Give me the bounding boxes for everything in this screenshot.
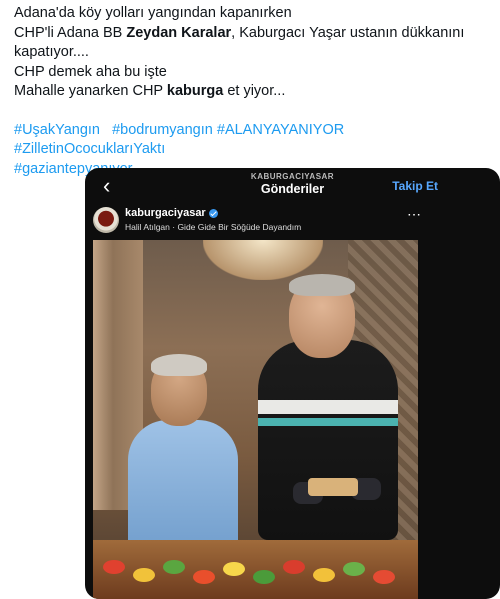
instagram-header: ‹ KABURGACIYASAR Gönderiler Takip Et [85,168,500,202]
shirt-stripe [258,418,398,426]
tweet-text-segment: , Kaburgacı Yaşar ustanın dükkanını [231,24,465,41]
food-item [343,562,365,576]
avatar[interactable] [93,207,119,233]
post-header: kaburgaciyasar Halil Atılgan · Gide Gide… [85,202,500,238]
song-label: Halil Atılgan · Gide Gide Bir Söğüde Day… [125,222,302,232]
tweet-line: CHP'li Adana BB Zeydan Karalar, Kaburgac… [14,24,492,44]
hashtag-link[interactable]: #ZilletinOcocuklarıYaktı [14,141,165,157]
seated-person [128,420,238,560]
food-item [223,562,245,576]
username[interactable]: kaburgaciyasar [125,207,218,219]
tweet-line: kapatıyor.... [14,43,492,63]
food-item [193,570,215,584]
food-item [313,568,335,582]
hashtag-link[interactable]: #bodrumyangın [112,122,213,138]
standing-person-hair [289,274,355,296]
tweet-text-segment: Mahalle yanarken CHP [14,83,167,99]
tweet-text-segment: kapatıyor.... [14,44,89,60]
food-item [163,560,185,574]
tweet-line: Adana'da köy yolları yangından kapanırke… [14,4,492,24]
bold-word: kaburga [166,83,224,99]
food-item [373,570,395,584]
verified-icon [208,208,218,218]
follow-button[interactable]: Takip Et [392,179,438,193]
food-item [103,560,125,574]
tweet-text: Adana'da köy yolları yangından kapanırke… [14,4,492,179]
hashtag-link[interactable]: #ALANYAYANIYOR [217,122,344,138]
standing-person [258,340,398,540]
food-table [93,540,418,599]
video-frame[interactable] [93,240,418,599]
embedded-video[interactable]: ‹ KABURGACIYASAR Gönderiler Takip Et kab… [85,168,500,599]
tweet-text-segment: Adana'da köy yolları yangından kapanırke… [14,5,292,21]
tweet-text-segment: et yiyor... [223,83,286,99]
bread [308,478,358,496]
tweet-text-segment: CHP'li Adana BB [14,24,127,41]
food-item [133,568,155,582]
bold-name: Zeydan Karalar [126,24,232,41]
seated-person-hair [151,354,207,376]
food-item [283,560,305,574]
ceiling-lamp [203,240,323,280]
tweet-text-segment: CHP demek aha bu işte [14,63,167,80]
hashtag-link[interactable]: #UşakYangın [14,122,100,138]
username-text: kaburgaciyasar [125,207,206,219]
food-item [253,570,275,584]
shirt-stripe [258,400,398,414]
tweet-line: Mahalle yanarken CHP kaburga et yiyor... [14,82,492,102]
tweet-line: CHP demek aha bu işte [14,63,492,83]
more-horizontal-icon[interactable]: ⋯ [407,206,422,223]
